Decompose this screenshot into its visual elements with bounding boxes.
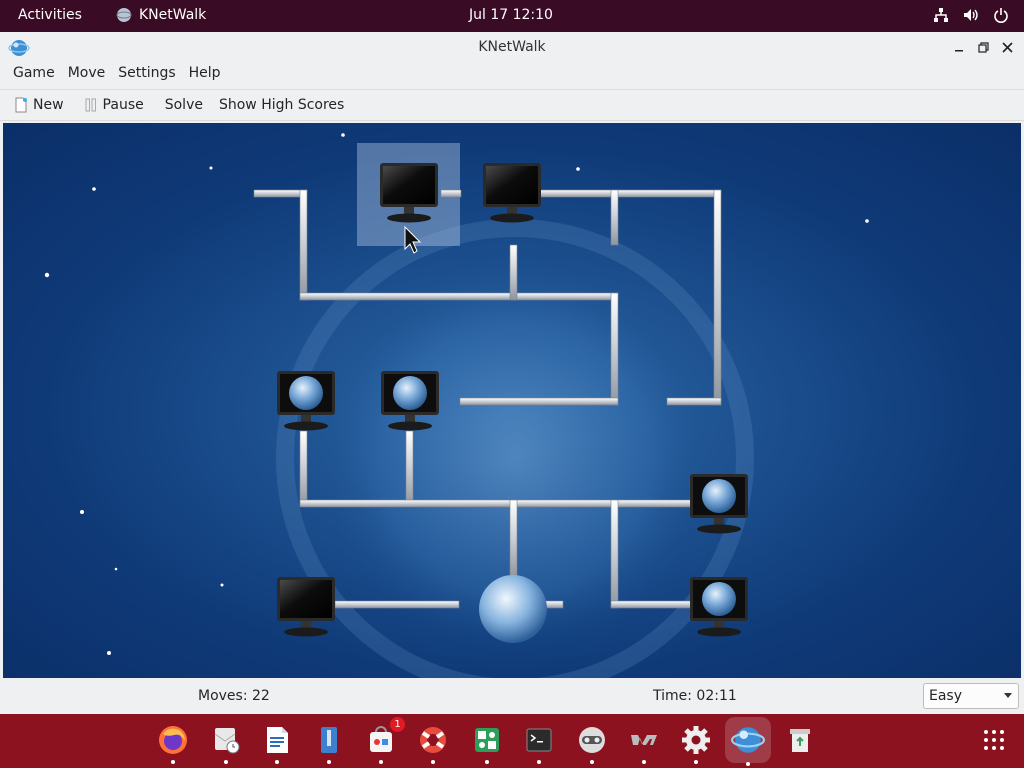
computer-terminal-off[interactable] xyxy=(277,577,335,637)
menu-settings[interactable]: Settings xyxy=(112,62,182,86)
status-bar: Moves: 22 Time: 02:11 Easy xyxy=(0,680,1024,714)
solve-button-label: Solve xyxy=(164,97,203,113)
time-counter: Time: 02:11 xyxy=(653,688,737,704)
board-canvas[interactable] xyxy=(3,123,1021,678)
notification-badge: 1 xyxy=(390,717,405,732)
server-globe[interactable] xyxy=(479,575,547,643)
app-grid-icon xyxy=(984,730,1004,750)
archive-files-icon xyxy=(321,727,337,753)
window-title: KNetWalk xyxy=(478,39,546,55)
knetwalk-app-icon xyxy=(116,8,132,22)
power-icon[interactable] xyxy=(992,6,1010,24)
dock-settings[interactable] xyxy=(678,722,714,764)
computer-terminal-connected[interactable] xyxy=(690,577,748,637)
mail-clock-icon xyxy=(214,728,240,754)
app-menu[interactable]: KNetWalk xyxy=(116,7,206,23)
dock: 1 xyxy=(0,714,1024,768)
new-document-icon xyxy=(15,97,27,113)
minimize-icon[interactable] xyxy=(950,38,968,56)
network-icon[interactable] xyxy=(932,6,950,24)
knetwalk-globe-icon xyxy=(731,727,765,753)
menu-help[interactable]: Help xyxy=(183,62,228,86)
pause-icon xyxy=(85,98,96,112)
solve-button[interactable]: Solve xyxy=(165,97,203,113)
help-lifebuoy-icon xyxy=(420,727,446,753)
dock-mail[interactable] xyxy=(208,722,244,764)
toolbar: New Pause Solve Show High Scores xyxy=(0,89,1024,121)
mahjongg-game-icon xyxy=(475,728,499,752)
app-menu-label: KNetWalk xyxy=(139,7,207,23)
show-high-scores-label: Show High Scores xyxy=(218,97,345,113)
activities-button[interactable]: Activities xyxy=(18,7,82,23)
writer-document-icon xyxy=(267,727,288,753)
firefox-icon xyxy=(159,726,187,754)
pause-button[interactable]: Pause xyxy=(84,97,144,113)
dock-software[interactable]: 1 xyxy=(363,717,405,764)
title-bar[interactable]: KNetWalk xyxy=(0,32,1024,62)
difficulty-select[interactable]: Easy xyxy=(923,683,1019,709)
dock-terminal[interactable] xyxy=(521,722,557,764)
dock-trash[interactable] xyxy=(782,722,818,758)
computer-terminal-off[interactable] xyxy=(483,163,541,223)
robot-face-icon xyxy=(579,727,605,753)
pause-button-label: Pause xyxy=(102,97,144,113)
new-button-label: New xyxy=(33,97,64,113)
close-icon[interactable] xyxy=(998,38,1016,56)
clock[interactable]: Jul 17 12:10 xyxy=(469,7,553,23)
vim-editor-icon xyxy=(631,735,657,745)
dock-knetwalk[interactable] xyxy=(725,717,771,766)
moves-counter: Moves: 22 xyxy=(198,688,270,704)
recycle-bin-icon xyxy=(790,729,810,752)
maximize-icon[interactable] xyxy=(974,38,992,56)
dock-mahjongg[interactable] xyxy=(469,722,505,764)
show-apps-button[interactable] xyxy=(976,722,1012,758)
dock-files[interactable] xyxy=(311,722,347,764)
settings-gear-icon xyxy=(682,726,710,754)
game-board[interactable] xyxy=(3,123,1021,678)
menu-bar: Game Move Settings Help xyxy=(0,62,1024,86)
top-panel: Activities KNetWalk Jul 17 12:10 xyxy=(0,0,1024,32)
menu-game[interactable]: Game xyxy=(0,62,62,86)
show-high-scores-button[interactable]: Show High Scores xyxy=(219,97,344,113)
new-button[interactable]: New xyxy=(14,97,64,113)
volume-icon[interactable] xyxy=(962,6,980,24)
system-tray[interactable] xyxy=(932,6,1010,24)
menu-move[interactable]: Move xyxy=(62,62,113,86)
chevron-down-icon xyxy=(1004,693,1012,698)
dock-robot[interactable] xyxy=(574,722,610,764)
terminal-icon xyxy=(526,728,552,752)
knetwalk-window: KNetWalk Game Move Settings Help New Pau… xyxy=(0,32,1024,714)
dock-vim[interactable] xyxy=(626,722,662,764)
difficulty-value: Easy xyxy=(929,688,963,704)
dock-firefox[interactable] xyxy=(155,722,191,764)
dock-writer[interactable] xyxy=(259,722,295,764)
dock-help[interactable] xyxy=(415,722,451,764)
